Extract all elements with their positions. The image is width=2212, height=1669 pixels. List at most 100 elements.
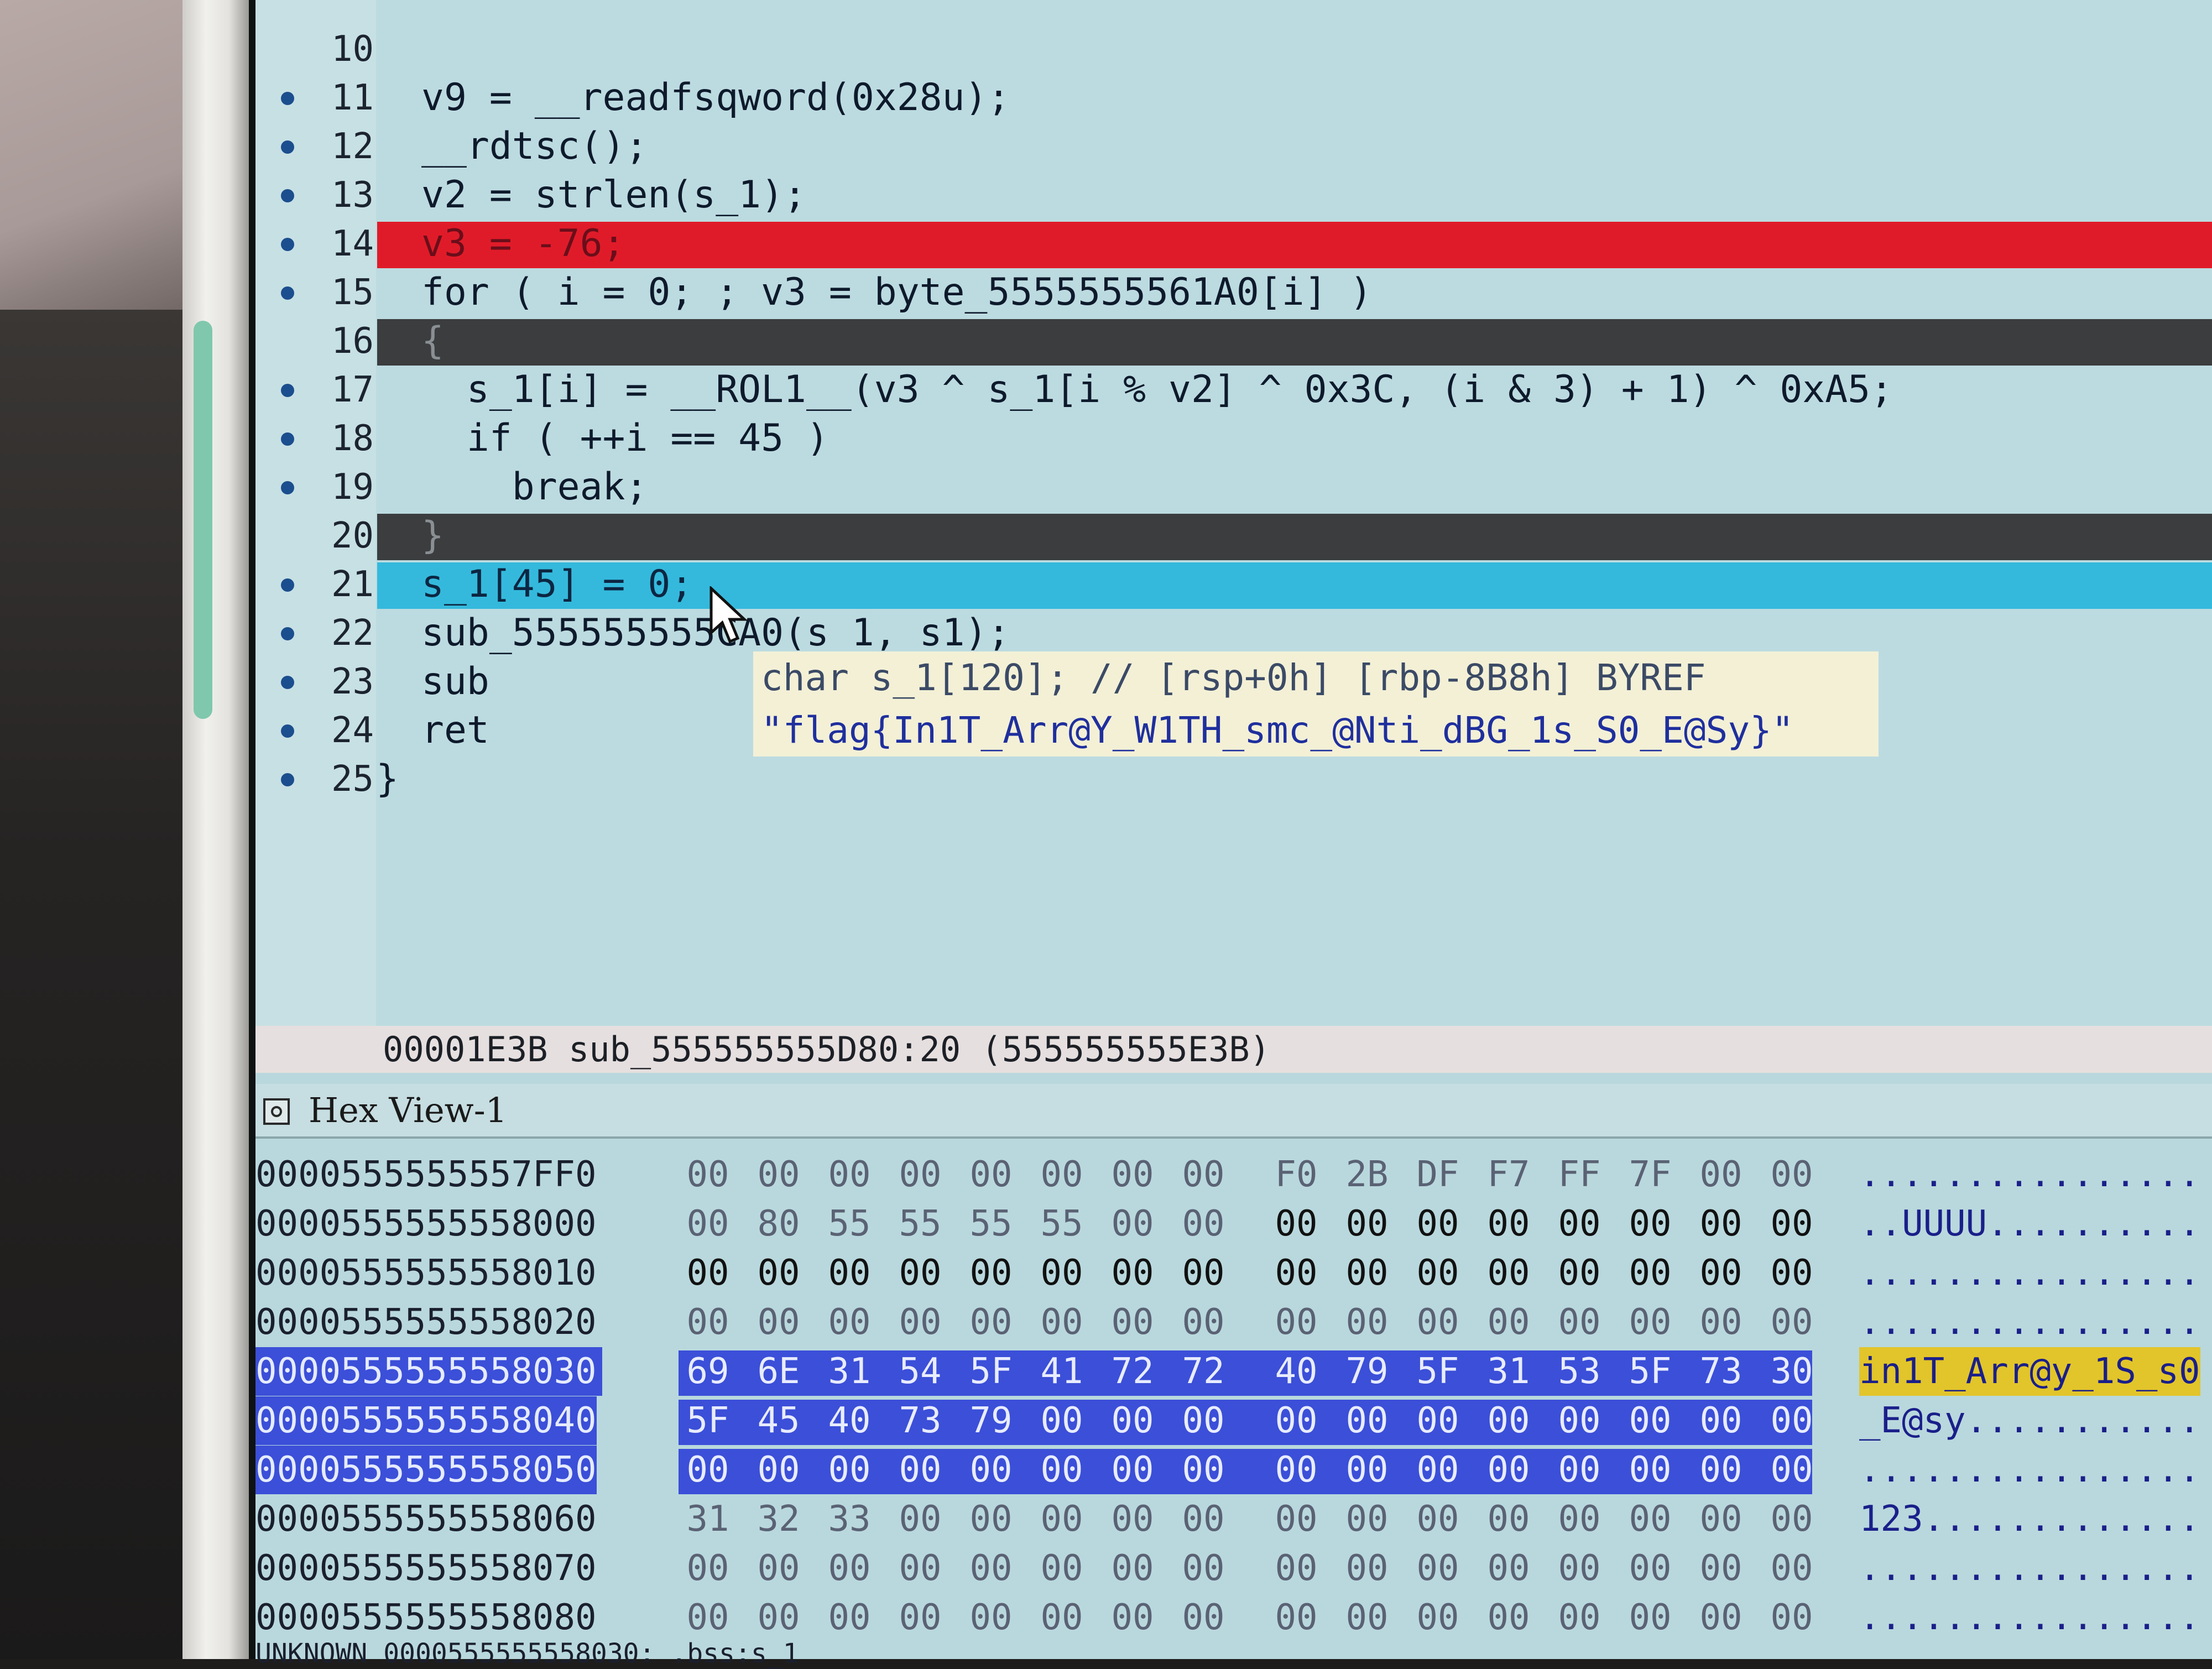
hex-byte[interactable]: 00: [681, 1150, 734, 1199]
hex-byte[interactable]: 00: [1765, 1199, 1818, 1248]
hex-byte[interactable]: 00: [1340, 1298, 1394, 1347]
hex-byte[interactable]: 00: [1624, 1495, 1677, 1543]
hex-row[interactable]: 0000555555557FF0 00 00 00 00 00 00 00 00 F0 2B DF F7…: [255, 1150, 2212, 1199]
hex-byte[interactable]: 00: [752, 1150, 805, 1199]
hex-byte[interactable]: 31: [681, 1495, 734, 1543]
hex-byte[interactable]: 00: [1035, 1446, 1088, 1494]
hex-byte[interactable]: 00: [681, 1298, 734, 1347]
hex-byte[interactable]: 00: [1482, 1544, 1535, 1593]
hex-byte[interactable]: 73: [894, 1396, 947, 1445]
hex-byte[interactable]: 00: [1553, 1298, 1606, 1347]
hex-byte[interactable]: 00: [1035, 1150, 1088, 1199]
hex-byte[interactable]: 55: [964, 1199, 1018, 1248]
hex-byte[interactable]: 00: [1553, 1544, 1606, 1593]
hex-ascii[interactable]: ................: [1859, 1593, 2200, 1642]
hex-byte[interactable]: 00: [1482, 1495, 1535, 1543]
hex-byte[interactable]: FF: [1553, 1150, 1606, 1199]
hex-byte[interactable]: 00: [1553, 1396, 1606, 1445]
hex-byte[interactable]: 00: [1765, 1249, 1818, 1297]
hex-byte[interactable]: 00: [752, 1249, 805, 1297]
code-line-current[interactable]: 21 s_1[45] = 0;: [255, 560, 2212, 609]
hex-byte[interactable]: 00: [1624, 1544, 1677, 1593]
hex-byte[interactable]: 00: [1765, 1298, 1818, 1347]
code-line[interactable]: 13 v2 = strlen(s_1);: [255, 171, 2212, 220]
hex-byte[interactable]: 00: [823, 1544, 876, 1593]
hex-byte[interactable]: 00: [1340, 1593, 1394, 1642]
hex-ascii[interactable]: ................: [1859, 1446, 2200, 1494]
hex-byte[interactable]: 5F: [964, 1347, 1018, 1396]
code-line[interactable]: 19 break;: [255, 463, 2212, 512]
hex-byte[interactable]: 00: [1411, 1544, 1464, 1593]
hex-ascii[interactable]: _E@sy...........: [1859, 1396, 2200, 1445]
hex-byte[interactable]: 00: [894, 1298, 947, 1347]
hex-byte[interactable]: 00: [964, 1249, 1018, 1297]
hex-byte[interactable]: 00: [823, 1249, 876, 1297]
hex-byte[interactable]: 00: [964, 1298, 1018, 1347]
hex-byte[interactable]: 00: [1177, 1199, 1230, 1248]
code-line[interactable]: 22 sub_555555555CA0(s_1, s1);: [255, 609, 2212, 658]
hex-byte[interactable]: 00: [681, 1593, 734, 1642]
hex-byte[interactable]: 72: [1106, 1347, 1159, 1396]
hex-byte[interactable]: 45: [752, 1396, 805, 1445]
hex-byte[interactable]: 00: [1694, 1593, 1747, 1642]
hex-byte[interactable]: 7F: [1624, 1150, 1677, 1199]
hex-byte[interactable]: 00: [1482, 1446, 1535, 1494]
hex-byte[interactable]: 00: [1270, 1199, 1323, 1248]
hex-byte[interactable]: 00: [1694, 1544, 1747, 1593]
code-line[interactable]: 16 {: [255, 317, 2212, 366]
hex-byte[interactable]: 00: [1106, 1396, 1159, 1445]
hex-ascii[interactable]: ................: [1859, 1249, 2200, 1297]
hex-row[interactable]: 0000555555558010 00 00 00 00 00 00 00 00 00 00 00 00…: [255, 1249, 2212, 1297]
hex-byte[interactable]: 00: [964, 1150, 1018, 1199]
code-line[interactable]: 15 for ( i = 0; ; v3 = byte_5555555561A0…: [255, 268, 2212, 317]
hex-byte[interactable]: 55: [894, 1199, 947, 1248]
hex-byte[interactable]: 00: [894, 1593, 947, 1642]
hex-byte[interactable]: 32: [752, 1495, 805, 1543]
hex-byte[interactable]: 00: [823, 1593, 876, 1642]
hex-byte[interactable]: 2B: [1340, 1150, 1394, 1199]
hex-byte[interactable]: 00: [1694, 1298, 1747, 1347]
hex-byte[interactable]: 00: [823, 1150, 876, 1199]
hex-byte[interactable]: 33: [823, 1495, 876, 1543]
hex-byte[interactable]: 00: [1411, 1249, 1464, 1297]
hex-byte[interactable]: 00: [1411, 1495, 1464, 1543]
hex-byte[interactable]: 00: [1106, 1544, 1159, 1593]
hex-byte[interactable]: 00: [752, 1298, 805, 1347]
hex-byte[interactable]: 00: [1411, 1199, 1464, 1248]
hex-byte[interactable]: 5F: [681, 1396, 734, 1445]
hex-byte[interactable]: 00: [1177, 1396, 1230, 1445]
hex-row[interactable]: 0000555555558000 00 80 55 55 55 55 00 00 00 00 00 00…: [255, 1199, 2212, 1248]
hex-byte[interactable]: 31: [823, 1347, 876, 1396]
hex-byte[interactable]: 00: [1035, 1495, 1088, 1543]
hex-byte[interactable]: 00: [1177, 1249, 1230, 1297]
hex-byte[interactable]: 69: [681, 1347, 734, 1396]
hex-byte[interactable]: 00: [1482, 1593, 1535, 1642]
hex-byte[interactable]: 00: [1340, 1249, 1394, 1297]
hex-byte[interactable]: 5F: [1624, 1347, 1677, 1396]
hex-byte[interactable]: 00: [1694, 1495, 1747, 1543]
hex-byte[interactable]: 00: [1177, 1298, 1230, 1347]
pseudocode-view[interactable]: 10 11 v9 = __readfsqword(0x28u); 12 __rd…: [255, 0, 2212, 1073]
hex-byte[interactable]: 40: [1270, 1347, 1323, 1396]
hex-byte[interactable]: 00: [1553, 1446, 1606, 1494]
hex-byte[interactable]: 00: [1177, 1446, 1230, 1494]
code-line-breakpoint[interactable]: 14 v3 = -76;: [255, 220, 2212, 268]
hex-byte[interactable]: 00: [894, 1544, 947, 1593]
hex-byte[interactable]: 55: [1035, 1199, 1088, 1248]
hex-byte[interactable]: 00: [1765, 1396, 1818, 1445]
hex-byte[interactable]: 54: [894, 1347, 947, 1396]
hex-byte[interactable]: 00: [1177, 1150, 1230, 1199]
hex-ascii[interactable]: ................: [1859, 1298, 2200, 1347]
hex-byte[interactable]: 00: [964, 1495, 1018, 1543]
hex-byte[interactable]: 00: [1624, 1249, 1677, 1297]
hex-byte[interactable]: 00: [964, 1593, 1018, 1642]
hex-byte[interactable]: 31: [1482, 1347, 1535, 1396]
hex-byte[interactable]: 00: [1177, 1593, 1230, 1642]
hex-byte[interactable]: 79: [1340, 1347, 1394, 1396]
hex-byte[interactable]: 00: [1340, 1544, 1394, 1593]
hex-ascii[interactable]: in1T_Arr@y_1S_s0: [1859, 1347, 2200, 1396]
hex-byte[interactable]: 00: [894, 1150, 947, 1199]
hex-byte[interactable]: 00: [1624, 1446, 1677, 1494]
hex-view-panel[interactable]: Hex View-1 0000555555557FF0 00 00 00 00 00 00 0…: [255, 1073, 2212, 1667]
hex-byte[interactable]: F0: [1270, 1150, 1323, 1199]
